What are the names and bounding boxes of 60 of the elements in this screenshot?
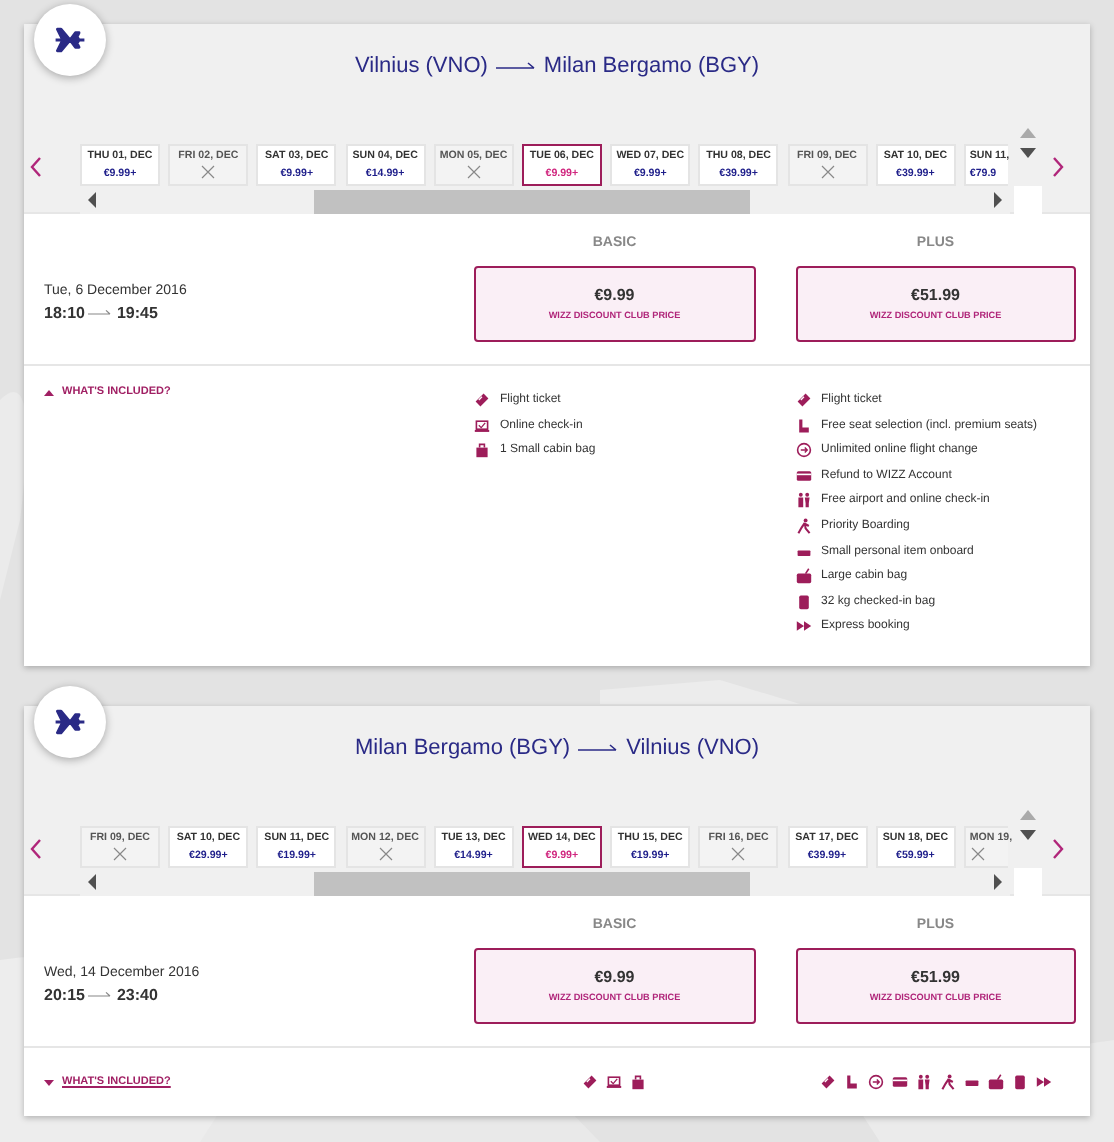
route-arrow-icon — [495, 60, 536, 72]
ticket-icon — [582, 1074, 599, 1090]
cross-icon — [969, 846, 986, 862]
seat-icon — [795, 417, 811, 434]
arrival-time: 23:40 — [116, 986, 158, 1004]
arrow-icon — [88, 308, 113, 318]
walking-person-icon — [939, 1074, 956, 1090]
scrollbar-thumb[interactable] — [314, 872, 750, 896]
route-arrow-icon — [578, 742, 619, 754]
previous-chevron-icon[interactable] — [30, 838, 42, 860]
scrollbar-corner — [1014, 186, 1042, 218]
circle-arrow-icon — [867, 1074, 884, 1090]
seat-icon — [843, 1074, 860, 1090]
scroll-down-arrow-icon[interactable] — [1020, 148, 1036, 158]
departure-time: 20:15 — [44, 986, 85, 1004]
previous-chevron-icon[interactable] — [30, 156, 42, 178]
origin-label: Vilnius (VNO) — [354, 54, 488, 78]
ticket-icon — [819, 1074, 836, 1090]
cross-icon — [819, 164, 835, 180]
plane-icon — [52, 22, 88, 58]
suitcase-icon — [795, 593, 811, 610]
scroll-right-arrow-icon[interactable] — [992, 192, 1004, 208]
scrollbar-corner — [1014, 868, 1042, 900]
arrow-icon — [88, 990, 113, 1000]
cross-icon — [730, 846, 747, 862]
scroll-right-arrow-icon[interactable] — [992, 874, 1004, 890]
bag-icon — [474, 442, 490, 459]
arrival-time: 19:45 — [116, 304, 158, 322]
destination-label: Milan Bergamo (BGY) — [543, 54, 760, 78]
walking-person-icon — [795, 517, 811, 534]
bag-icon — [630, 1074, 647, 1090]
small-bag-icon — [963, 1074, 980, 1090]
origin-label: Milan Bergamo (BGY) — [354, 736, 571, 760]
fast-forward-icon — [1035, 1074, 1052, 1090]
people-icon — [795, 492, 811, 509]
scroll-left-arrow-icon[interactable] — [86, 192, 98, 208]
people-icon — [915, 1074, 932, 1090]
scrollbar-thumb[interactable] — [314, 190, 750, 214]
cross-icon — [200, 164, 217, 180]
fast-forward-icon — [795, 618, 811, 635]
card-icon — [891, 1074, 908, 1090]
suitcase-icon — [1011, 1074, 1028, 1090]
plane-icon — [52, 704, 88, 740]
laptop-icon — [474, 417, 490, 434]
ticket-icon — [474, 392, 490, 408]
cross-icon — [112, 846, 128, 862]
destination-label: Vilnius (VNO) — [626, 736, 760, 760]
circle-arrow-icon — [795, 442, 811, 459]
next-chevron-icon[interactable] — [1052, 838, 1064, 860]
ticket-icon — [795, 392, 811, 408]
cabin-bag-icon — [795, 568, 811, 585]
scroll-down-arrow-icon[interactable] — [1020, 830, 1036, 840]
departure-time: 18:10 — [44, 304, 85, 322]
scroll-left-arrow-icon[interactable] — [86, 874, 98, 890]
next-chevron-icon[interactable] — [1052, 156, 1064, 178]
laptop-icon — [606, 1074, 623, 1090]
cross-icon — [377, 846, 394, 862]
cross-icon — [465, 164, 482, 180]
cabin-bag-icon — [987, 1074, 1004, 1090]
card-icon — [795, 467, 811, 484]
